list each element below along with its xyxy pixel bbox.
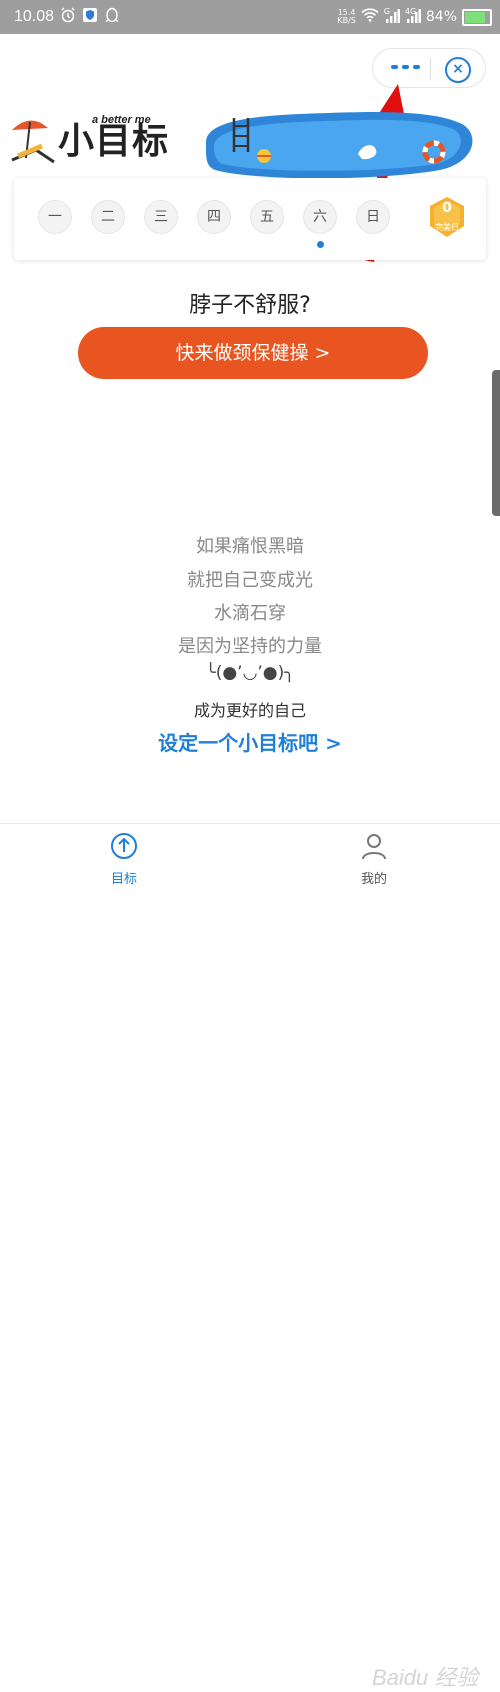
shield-icon bbox=[82, 7, 98, 27]
day-sun[interactable]: 日 bbox=[356, 200, 390, 234]
day-tue[interactable]: 二 bbox=[91, 200, 125, 234]
logo-title: 小目标 bbox=[58, 121, 170, 162]
quote-line-2: 就把自己变成光 bbox=[187, 570, 313, 591]
battery-percent: 84% bbox=[425, 9, 457, 25]
day-fri[interactable]: 五 bbox=[250, 200, 284, 234]
tab-mine-label: 我的 bbox=[360, 872, 387, 887]
signal-icon-1: G bbox=[383, 7, 400, 25]
alarm-icon bbox=[60, 7, 76, 27]
side-drawer-handle[interactable] bbox=[492, 370, 500, 516]
set-goal-link[interactable]: 设定一个小目标吧 > bbox=[0, 727, 500, 756]
watermark: Baidu 经验 bbox=[372, 1665, 479, 1690]
neck-exercise-button[interactable]: 快来做颈保健操 > bbox=[78, 327, 428, 379]
close-circle-icon[interactable]: × bbox=[445, 57, 471, 83]
neck-question: 脖子不舒服? bbox=[189, 293, 311, 318]
week-card: 一 二 三 四 五 六 日 0 完美日 bbox=[14, 178, 486, 260]
status-bar: 10.08 15.4 KB/S G 4G 84% bbox=[0, 0, 500, 34]
perfect-day-badge[interactable]: 0 完美日 bbox=[428, 196, 466, 238]
selected-day-indicator bbox=[317, 241, 324, 248]
user-icon bbox=[362, 834, 386, 860]
more-dots-icon[interactable] bbox=[391, 65, 421, 71]
network-label-2: 4G bbox=[404, 7, 417, 16]
quote-line-1: 如果痛恨黑暗 bbox=[196, 536, 304, 557]
status-time: 10.08 bbox=[14, 8, 55, 25]
wifi-icon bbox=[361, 8, 379, 26]
capsule-divider bbox=[430, 58, 431, 80]
better-self-text: 成为更好的自己 bbox=[193, 701, 306, 720]
day-mon[interactable]: 一 bbox=[38, 200, 72, 234]
signal-icon-2: 4G bbox=[404, 7, 421, 25]
tab-bar: 目标 我的 Baidu 经验 bbox=[0, 823, 500, 1690]
tab-mine[interactable]: 我的 bbox=[314, 832, 434, 887]
day-sat[interactable]: 六 bbox=[303, 200, 337, 234]
battery-icon bbox=[462, 8, 492, 26]
day-thu[interactable]: 四 bbox=[197, 200, 231, 234]
badge-count: 0 bbox=[442, 200, 452, 216]
badge-label: 完美日 bbox=[435, 223, 459, 232]
network-label-1: G bbox=[383, 7, 391, 16]
net-speed-unit: KB/S bbox=[337, 16, 356, 25]
emoticon: ╰(●’◡’●)╮ bbox=[205, 663, 295, 683]
quote-line-4: 是因为坚持的力量 bbox=[178, 636, 322, 657]
net-speed: 15.4 KB/S bbox=[337, 9, 356, 25]
tab-goals-label: 目标 bbox=[110, 872, 137, 887]
day-wed[interactable]: 三 bbox=[144, 200, 178, 234]
qq-penguin-icon bbox=[104, 7, 120, 27]
arrow-up-circle-icon bbox=[111, 833, 137, 859]
tab-goals[interactable]: 目标 bbox=[64, 832, 184, 887]
quote-line-3: 水滴石穿 bbox=[214, 603, 286, 624]
